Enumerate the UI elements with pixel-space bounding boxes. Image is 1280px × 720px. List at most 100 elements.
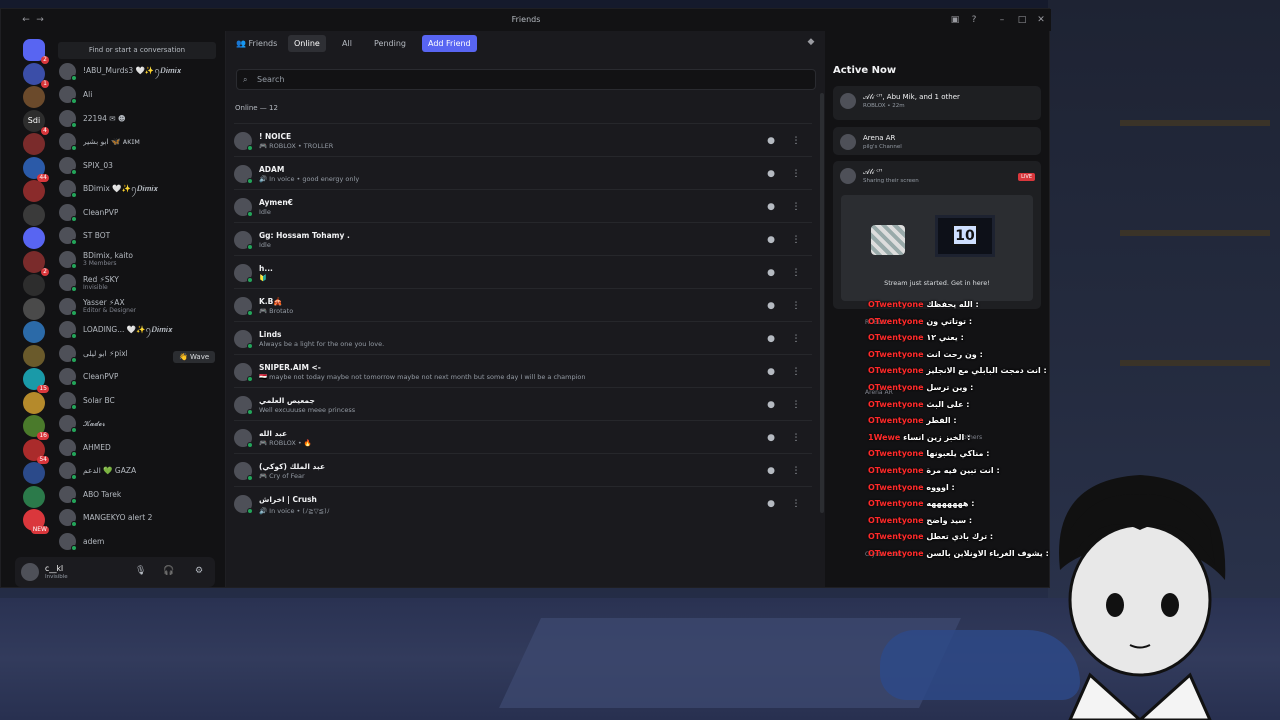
dm-item[interactable]: الدعم 💚 GAZA: [59, 461, 215, 481]
message-icon[interactable]: ●: [764, 167, 778, 181]
more-options-icon[interactable]: ⋮: [789, 266, 803, 280]
server-icon[interactable]: [23, 321, 45, 343]
friend-row[interactable]: جمعيص العلمي Well excuuuse meee princess ●…: [234, 387, 812, 420]
maximize-icon[interactable]: □: [1017, 15, 1027, 25]
message-icon[interactable]: ●: [764, 332, 778, 346]
message-icon[interactable]: ●: [764, 431, 778, 445]
more-options-icon[interactable]: ⋮: [789, 464, 803, 478]
wave-button[interactable]: 👋 Wave: [173, 351, 216, 363]
friend-row[interactable]: h... 🔰 ● ⋮: [234, 255, 812, 288]
server-icon[interactable]: [23, 485, 45, 508]
stream-preview[interactable]: 10 Stream just started. Get in here!: [841, 195, 1033, 301]
dm-item[interactable]: adem: [59, 531, 215, 551]
dm-item[interactable]: 22194 ✉︎ ☻: [59, 108, 215, 128]
message-icon[interactable]: ●: [764, 464, 778, 478]
dm-item[interactable]: MANGEKYO alert 2: [59, 508, 215, 528]
dm-item[interactable]: CleanPVP: [59, 367, 215, 387]
server-icon[interactable]: 54: [23, 438, 49, 464]
server-icon[interactable]: Sdi 4: [23, 109, 49, 135]
close-icon[interactable]: ✕: [1036, 15, 1046, 25]
dm-item[interactable]: !ABU_Murds3 🤍✨ꪆ𝑫𝒊𝒎𝒊𝒙: [59, 61, 215, 81]
new-group-dm-icon[interactable]: ◆: [806, 37, 816, 47]
server-icon[interactable]: 44: [23, 156, 49, 182]
message-icon[interactable]: ●: [764, 200, 778, 214]
friend-row[interactable]: K.B🎪 🎮 Brotato ● ⋮: [234, 288, 812, 321]
server-icon[interactable]: 2: [23, 250, 49, 276]
dm-item[interactable]: Solar BC: [59, 390, 215, 410]
message-icon[interactable]: ●: [764, 497, 778, 511]
add-friend-button[interactable]: Add Friend: [422, 35, 477, 52]
more-options-icon[interactable]: ⋮: [789, 431, 803, 445]
friend-row[interactable]: عبد الله 🎮 ROBLOX • 🔥 ● ⋮: [234, 420, 812, 453]
message-icon[interactable]: ●: [764, 398, 778, 412]
server-icon[interactable]: [23, 86, 45, 108]
more-options-icon[interactable]: ⋮: [789, 497, 803, 511]
more-options-icon[interactable]: ⋮: [789, 134, 803, 148]
message-icon[interactable]: ●: [764, 134, 778, 148]
help-icon[interactable]: ?: [969, 15, 979, 25]
tab-friends[interactable]: 👥 Friends: [230, 35, 283, 52]
server-icon[interactable]: 1: [23, 62, 49, 88]
discord-home-icon[interactable]: 2: [23, 39, 49, 64]
dm-item[interactable]: ابو بشير 🦋 ᴀᴋɪᴍ: [59, 132, 215, 152]
friend-row[interactable]: Gg: Hossam Tohamy . Idle ● ⋮: [234, 222, 812, 255]
dm-item[interactable]: LOADING... 🤍✨ꪆ𝑫𝒊𝒎𝒊𝒙: [59, 320, 215, 340]
server-icon[interactable]: [23, 180, 45, 202]
dm-item[interactable]: CleanPVP: [59, 202, 215, 222]
more-options-icon[interactable]: ⋮: [789, 332, 803, 346]
friend-row[interactable]: ADAM 🔊 In voice • good energy only ● ⋮: [234, 156, 812, 189]
server-icon[interactable]: [23, 227, 45, 249]
activity-card[interactable]: Arena AR pilg's Channel: [833, 127, 1041, 155]
minimize-icon[interactable]: –: [997, 15, 1007, 25]
friend-row[interactable]: ! NOICE 🎮 ROBLOX • TROLLER ● ⋮: [234, 123, 812, 156]
message-icon[interactable]: ●: [764, 299, 778, 313]
dm-item[interactable]: ABO Tarek: [59, 484, 215, 504]
microphone-icon[interactable]: 🎙: [135, 566, 146, 576]
activity-card[interactable]: 𝒜𝓁𝒾 ᶜᴴ, Abu Mik, and 1 other ROBLOX • 22…: [833, 86, 1041, 120]
more-options-icon[interactable]: ⋮: [789, 200, 803, 214]
dm-item[interactable]: SPIX_03: [59, 155, 215, 175]
dm-item[interactable]: 𝓚𝓪𝓭𝓮𝓻: [59, 414, 215, 434]
server-icon[interactable]: [23, 297, 45, 320]
friend-row[interactable]: Linds Always be a light for the one you l…: [234, 321, 812, 354]
friends-search-input[interactable]: ⌕ Search: [236, 69, 816, 90]
server-icon[interactable]: [23, 274, 45, 296]
dm-name: Red ⚡SKY Invisible: [83, 275, 119, 291]
tab-pending[interactable]: Pending: [368, 35, 412, 52]
dm-item[interactable]: Red ⚡SKY Invisible: [59, 273, 215, 293]
friend-row[interactable]: عبد الملك (كوكي) 🎮 Cry of Fear ● ⋮: [234, 453, 812, 486]
dm-item[interactable]: Yasser ⚡AX Editor & Designer: [59, 296, 215, 316]
more-options-icon[interactable]: ⋮: [789, 233, 803, 247]
server-icon[interactable]: NEW: [23, 509, 49, 534]
server-icon[interactable]: 16: [23, 415, 49, 440]
friend-row[interactable]: SNIPER.AIM <- 🇪🇬 maybe not today maybe no…: [234, 354, 812, 387]
friend-row[interactable]: اخراش | Crush 🔊 In voice • (ﾉ≧▽≦)ﾉ ● ⋮: [234, 486, 812, 519]
friend-row[interactable]: Aymen€ Idle ● ⋮: [234, 189, 812, 222]
inbox-icon[interactable]: ▣: [950, 15, 960, 25]
dm-item[interactable]: AHMED: [59, 437, 215, 457]
server-icon[interactable]: [23, 203, 45, 226]
tab-all[interactable]: All: [336, 35, 358, 52]
more-options-icon[interactable]: ⋮: [789, 365, 803, 379]
server-icon[interactable]: [23, 391, 45, 414]
server-icon[interactable]: 15: [23, 368, 49, 393]
find-conversation-input[interactable]: Find or start a conversation: [58, 42, 216, 59]
dm-item[interactable]: BDimix 🤍✨ꪆ𝑫𝒊𝒎𝒊𝒙: [59, 179, 215, 199]
user-avatar[interactable]: [21, 563, 39, 581]
scrollbar[interactable]: [820, 93, 824, 513]
headphones-icon[interactable]: 🎧: [163, 566, 174, 576]
message-icon[interactable]: ●: [764, 266, 778, 280]
dm-item[interactable]: BDimix, kaito 3 Members: [59, 249, 215, 269]
dm-item[interactable]: ST BOT: [59, 226, 215, 246]
message-icon[interactable]: ●: [764, 233, 778, 247]
more-options-icon[interactable]: ⋮: [789, 299, 803, 313]
more-options-icon[interactable]: ⋮: [789, 398, 803, 412]
tab-online[interactable]: Online: [288, 35, 326, 52]
server-icon[interactable]: [23, 344, 45, 367]
server-icon[interactable]: [23, 462, 45, 484]
message-icon[interactable]: ●: [764, 365, 778, 379]
dm-item[interactable]: Ali: [59, 85, 215, 105]
more-options-icon[interactable]: ⋮: [789, 167, 803, 181]
settings-gear-icon[interactable]: ⚙: [195, 566, 203, 576]
server-icon[interactable]: [23, 133, 45, 155]
